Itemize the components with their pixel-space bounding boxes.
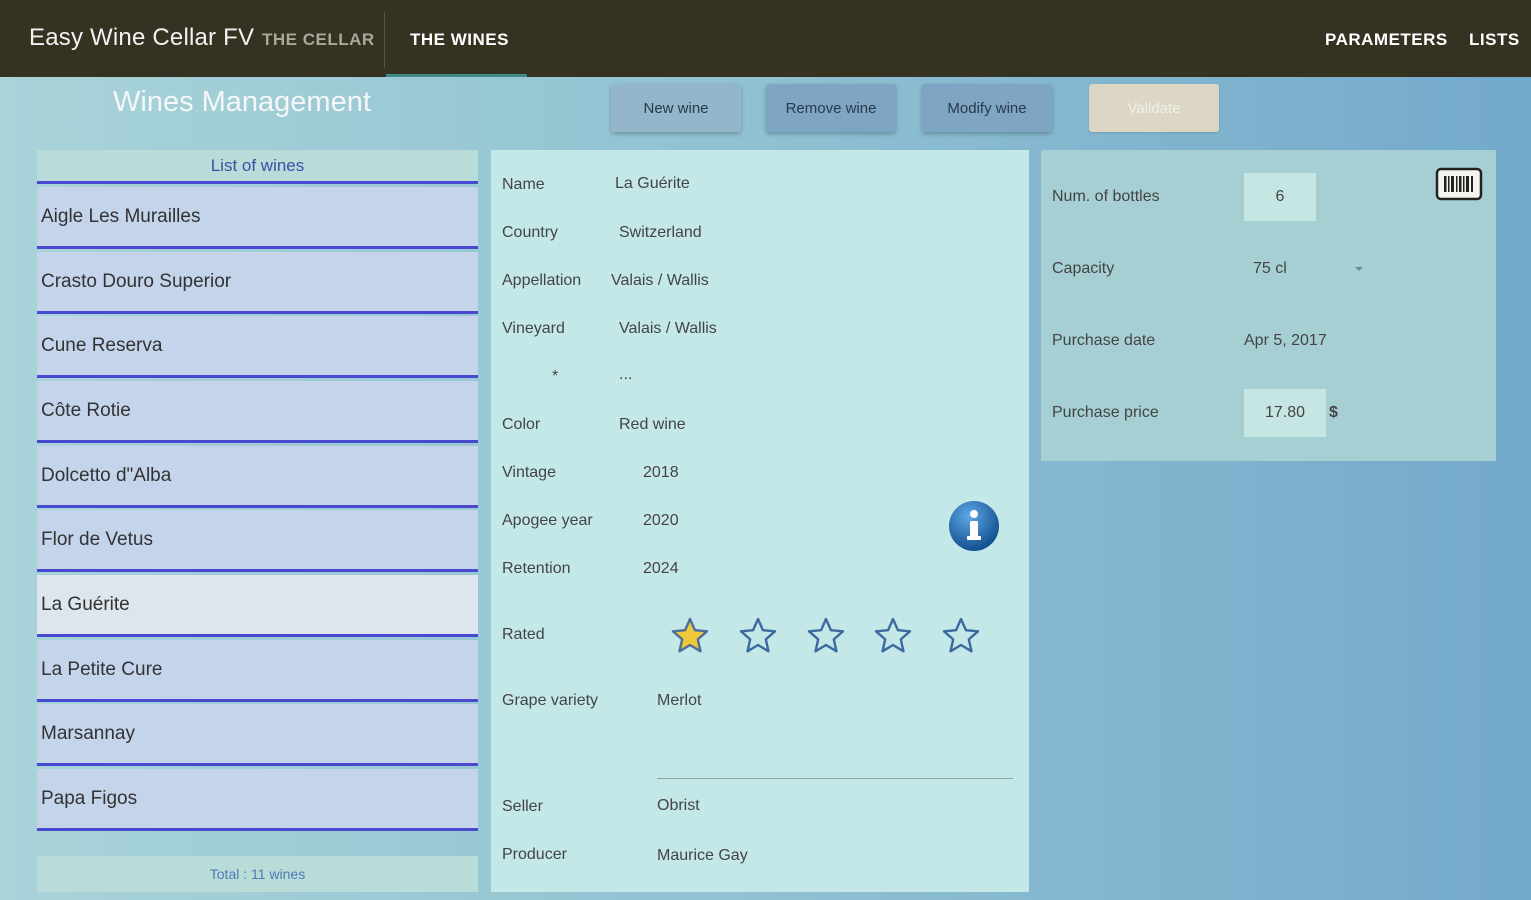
list-item[interactable]: Marsannay xyxy=(37,704,478,766)
retention-label: Retention xyxy=(502,560,571,577)
list-item[interactable]: Papa Figos xyxy=(37,769,478,831)
list-item[interactable]: Dolcetto d"Alba xyxy=(37,446,478,508)
name-value: La Guérite xyxy=(615,175,690,192)
tab-lists[interactable]: LISTS xyxy=(1469,30,1520,50)
wine-detail-panel: Name La Guérite Country Switzerland Appe… xyxy=(491,150,1029,892)
grape-variety-value: Merlot xyxy=(657,692,702,709)
list-item-label: Crasto Douro Superior xyxy=(41,270,232,292)
list-item-label: Flor de Vetus xyxy=(41,528,153,550)
rating-star-2-icon[interactable] xyxy=(738,616,778,656)
list-item-label: Dolcetto d"Alba xyxy=(41,464,172,486)
remove-wine-button[interactable]: Remove wine xyxy=(766,84,896,132)
tab-the-cellar[interactable]: THE CELLAR xyxy=(262,30,375,50)
appellation-value: Valais / Wallis xyxy=(611,272,709,289)
color-value: Red wine xyxy=(619,416,686,433)
bottles-label: Num. of bottles xyxy=(1052,188,1160,205)
list-item-selected[interactable]: La Guérite xyxy=(37,575,478,637)
extra-field-label: * xyxy=(552,368,559,385)
list-item-label: Côte Rotie xyxy=(41,399,131,421)
capacity-label: Capacity xyxy=(1052,260,1115,277)
wine-count-footer: Total : 11 wines xyxy=(37,856,478,892)
retention-value: 2024 xyxy=(643,560,679,577)
list-item-label: Cune Reserva xyxy=(41,334,163,356)
color-label: Color xyxy=(502,416,541,433)
appellation-label: Appellation xyxy=(502,272,582,289)
divider xyxy=(657,778,1013,779)
list-item-label: Marsannay xyxy=(41,722,135,744)
apogee-year-value: 2020 xyxy=(643,512,679,529)
modify-wine-button[interactable]: Modify wine xyxy=(922,84,1052,132)
app-title: Easy Wine Cellar FV xyxy=(29,24,255,51)
barcode-scan-icon[interactable] xyxy=(1435,166,1483,202)
rated-label: Rated xyxy=(502,626,545,643)
list-item-label: La Petite Cure xyxy=(41,658,163,680)
seller-value: Obrist xyxy=(657,797,700,814)
list-item[interactable]: Flor de Vetus xyxy=(37,510,478,572)
validate-button[interactable]: Validate xyxy=(1089,84,1219,132)
apogee-year-label: Apogee year xyxy=(502,512,593,529)
purchase-date-label: Purchase date xyxy=(1052,332,1156,349)
vintage-value: 2018 xyxy=(643,464,679,481)
tab-divider xyxy=(384,12,385,68)
list-item[interactable]: Cune Reserva xyxy=(37,316,478,378)
rating-star-4-icon[interactable] xyxy=(873,616,913,656)
country-label: Country xyxy=(502,224,559,241)
grape-variety-label: Grape variety xyxy=(502,692,599,709)
rating-star-3-icon[interactable] xyxy=(806,616,846,656)
purchase-price-field[interactable]: 17.80 xyxy=(1244,389,1326,437)
tab-parameters[interactable]: PARAMETERS xyxy=(1325,30,1448,50)
new-wine-button[interactable]: New wine xyxy=(611,84,741,132)
top-app-bar: Easy Wine Cellar FV THE CELLAR THE WINES… xyxy=(0,0,1531,77)
capacity-dropdown[interactable]: 75 cl xyxy=(1253,260,1287,278)
vintage-label: Vintage xyxy=(502,464,556,481)
bottles-field[interactable]: 6 xyxy=(1244,173,1316,221)
country-value: Switzerland xyxy=(619,224,702,241)
wine-list-panel: List of wines Aigle Les Murailles Crasto… xyxy=(37,150,478,892)
list-item-label: Aigle Les Murailles xyxy=(41,205,201,227)
wine-list-header: List of wines xyxy=(37,150,478,184)
purchase-date-value[interactable]: Apr 5, 2017 xyxy=(1244,332,1327,350)
list-item[interactable]: La Petite Cure xyxy=(37,640,478,702)
list-item[interactable]: Côte Rotie xyxy=(37,381,478,443)
producer-label: Producer xyxy=(502,846,567,863)
name-label: Name xyxy=(502,176,545,193)
list-item-label: La Guérite xyxy=(41,593,130,615)
rating-star-5-icon[interactable] xyxy=(941,616,981,656)
chevron-down-icon[interactable] xyxy=(1353,265,1365,273)
list-item[interactable]: Aigle Les Murailles xyxy=(37,187,478,249)
list-item-label: Papa Figos xyxy=(41,787,138,809)
currency-symbol: $ xyxy=(1329,404,1338,421)
seller-label: Seller xyxy=(502,798,543,815)
tab-the-wines[interactable]: THE WINES xyxy=(410,30,509,50)
producer-value: Maurice Gay xyxy=(657,847,748,864)
active-tab-indicator xyxy=(386,74,527,77)
list-item[interactable]: Crasto Douro Superior xyxy=(37,252,478,314)
extra-field-value: ... xyxy=(619,366,633,383)
rating-star-1-icon[interactable] xyxy=(670,616,710,656)
vineyard-label: Vineyard xyxy=(502,320,565,337)
info-icon[interactable] xyxy=(948,500,1000,552)
page-heading: Wines Management xyxy=(113,86,371,118)
vineyard-value: Valais / Wallis xyxy=(619,320,717,337)
stock-panel: Num. of bottles 6 Capacity 75 cl Purchas… xyxy=(1041,150,1496,461)
purchase-price-label: Purchase price xyxy=(1052,404,1159,421)
